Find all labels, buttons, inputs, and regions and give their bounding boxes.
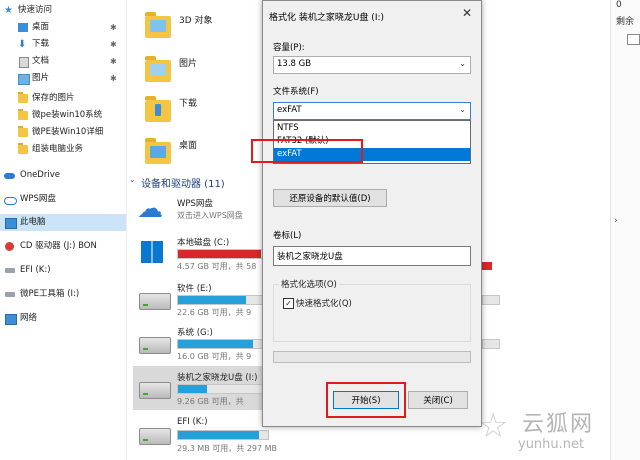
details-pane-edge: 0 剩余 › [610,0,640,460]
folder-icon [18,143,28,154]
drive-e[interactable]: 软件 (E:) 22.6 GB 可用，共 9 [137,281,269,317]
close-icon[interactable]: ✕ [459,5,475,21]
drive-e-usage-bar [177,295,269,305]
navigation-pane: ★ 快速访问 桌面 ✱ ⬇ 下载 ✱ 文档 ✱ 图片 ✱ 保存的图片 微pe装w… [0,0,127,460]
watermark-star-icon: ☆ [478,406,509,446]
collapse-chevron-icon[interactable]: ⌄ [129,175,136,184]
background-usage-bar-fragment [482,262,492,270]
filesystem-select[interactable]: exFAT ⌄ [273,102,471,120]
chevron-down-icon: ⌄ [459,59,466,68]
cd-drive-icon [5,242,14,251]
cloud-icon [4,173,15,179]
download-icon: ⬇ [18,39,27,50]
usb-drive-icon [139,382,171,399]
drive-icon [139,337,171,354]
chevron-down-icon: ⌄ [459,105,466,114]
drive-k-usage-fill [178,431,259,439]
section-devices-drives[interactable]: 设备和驱动器 (11) [141,175,225,190]
fs-option-ntfs[interactable]: NTFS [274,122,470,135]
folder-desktop[interactable]: 桌面 [145,134,225,168]
format-dialog: 格式化 装机之家晓龙U盘 (I:) ✕ 容量(P): 13.8 GB ⌄ 文件系… [262,0,482,427]
pin-icon: ✱ [110,74,117,83]
folder-icon [145,56,171,82]
drive-e-usage-fill [178,296,247,304]
drive-g-usage-bar [177,339,269,349]
picture-icon [18,74,30,85]
drive-c[interactable]: 本地磁盘 (C:) 4.57 GB 可用，共 58 [137,235,269,271]
format-options-group [273,284,471,342]
filesystem-label: 文件系统(F) [273,87,319,97]
nav-item-this-pc[interactable]: 此电脑 [0,214,126,231]
nav-item-network[interactable]: 网络 [0,310,126,327]
pin-icon: ✱ [110,40,117,49]
nav-item-pictures[interactable]: 图片 ✱ [0,70,126,87]
quick-format-label: 快速格式化(Q) [296,299,352,309]
highlight-exfat-option [251,139,363,163]
folder-3d-objects[interactable]: 3D 对象 [145,10,225,42]
nav-item-desktop[interactable]: 桌面 ✱ [0,19,126,36]
folder-icon [18,109,28,120]
drive-i-usage-fill [178,385,207,393]
capacity-select[interactable]: 13.8 GB ⌄ [273,56,471,74]
folder-pictures[interactable]: 图片 [145,52,225,84]
dialog-title: 格式化 装机之家晓龙U盘 (I:) [269,13,385,23]
nav-item-documents[interactable]: 文档 ✱ [0,53,126,70]
star-icon: ★ [4,5,13,16]
nav-item-wepe-toolbox[interactable]: 微PE工具箱 (I:) [0,286,126,303]
drive-k-usage-bar [177,430,269,440]
folder-downloads[interactable]: 下载 [145,92,225,126]
nav-item-downloads[interactable]: ⬇ 下载 ✱ [0,36,126,53]
folder-icon [145,138,171,164]
pin-icon: ✱ [110,23,117,32]
restore-defaults-button[interactable]: 还原设备的默认值(D) [273,189,387,207]
computer-icon [5,218,17,229]
nav-item-quick-access[interactable]: ★ 快速访问 [0,2,126,19]
drive-g[interactable]: 系统 (G:) 16.0 GB 可用，共 9 [137,325,269,361]
format-options-label: 格式化选项(O) [279,278,339,290]
drive-c-usage-bar [177,249,269,259]
volume-label-caption: 卷标(L) [273,231,302,241]
folder-icon [145,96,171,122]
network-icon [5,314,17,325]
chevron-right-icon[interactable]: › [614,216,618,226]
folder-icon [18,126,28,137]
folder-icon [145,12,171,38]
nav-item-wps-cloud[interactable]: WPS网盘 [0,191,126,208]
document-icon [19,57,29,68]
drive-i-usb[interactable]: 装机之家晓龙U盘 (I:) 9.26 GB 可用，共 [137,370,269,406]
folder-icon [18,92,28,103]
close-button[interactable]: 关闭(C) [408,391,468,409]
drive-icon [139,428,171,445]
pin-icon: ✱ [110,57,117,66]
capacity-label: 容量(P): [273,43,305,53]
nav-item-folder-pc-assembly[interactable]: 组装电脑业务 [0,141,126,158]
highlight-start-button [326,382,406,418]
wps-cloud-item[interactable]: ☁ WPS网盘 双击进入WPS网盘 [137,195,267,225]
windows-logo-icon [141,241,163,263]
nav-item-efi-drive[interactable]: EFI (K:) [0,262,126,279]
volume-label-input[interactable]: 装机之家晓龙U盘 [273,246,471,266]
nav-item-cd-drive[interactable]: CD 驱动器 (J:) BON [0,238,126,255]
watermark-title: 云狐网 [522,412,595,437]
nav-item-onedrive[interactable]: OneDrive [0,167,126,184]
quick-format-checkbox[interactable]: ✓ [283,298,294,309]
drive-g-usage-fill [178,340,253,348]
grid-view-icon[interactable] [627,34,640,45]
drive-icon [139,293,171,310]
background-usage-bar-fragment [482,339,500,349]
background-usage-bar-fragment [482,295,500,305]
nav-item-saved-pictures[interactable]: 保存的图片 [0,90,126,107]
nav-item-folder-wepe-win10[interactable]: 微pe装win10系统 [0,107,126,124]
nav-item-folder-wepe-detail[interactable]: 微PE装Win10详细 [0,124,126,141]
wps-cloud-icon: ☁ [137,194,163,224]
drive-icon [5,268,15,273]
watermark-url: yunhu.net [518,437,585,452]
drive-c-usage-fill [178,250,261,258]
drive-i-usage-bar [177,384,269,394]
format-progress-bar [273,351,471,363]
drive-icon [5,292,15,297]
desktop-icon [18,23,28,32]
wps-cloud-icon [4,197,17,205]
